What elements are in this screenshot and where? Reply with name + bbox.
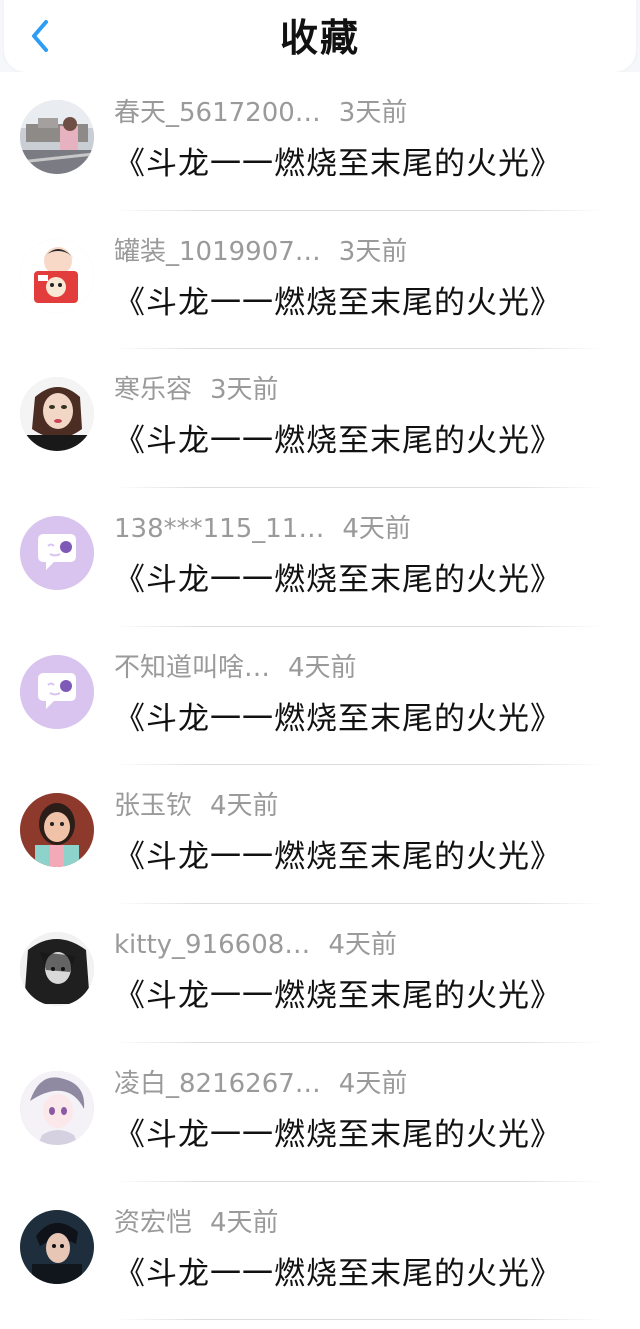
chat-bubble-icon <box>20 654 94 729</box>
sketch-avatar[interactable] <box>20 932 94 1007</box>
author-name[interactable]: 凌白_8216267… <box>114 1069 321 1099</box>
anime-avatar[interactable] <box>20 1070 94 1145</box>
list-item[interactable]: 资宏恺 4天前 《斗龙一一燃烧至末尾的火光》 <box>0 1182 640 1321</box>
item-meta: 不知道叫啥… 4天前 <box>114 651 357 685</box>
author-name[interactable]: 张玉钦 <box>114 791 192 821</box>
author-name[interactable]: 资宏恺 <box>114 1208 192 1238</box>
default-chat-avatar[interactable] <box>20 654 94 729</box>
item-meta: kitty_916608… 4天前 <box>114 928 397 962</box>
timestamp: 3天前 <box>338 236 408 267</box>
item-meta: 138***115_11… 4天前 <box>114 512 411 546</box>
work-title[interactable]: 《斗龙一一燃烧至末尾的火光》 <box>114 974 562 1018</box>
author-name[interactable]: 不知道叫啥… <box>114 653 270 683</box>
item-meta: 资宏恺 4天前 <box>114 1206 279 1240</box>
work-title[interactable]: 《斗龙一一燃烧至末尾的火光》 <box>114 1252 562 1296</box>
list-item[interactable]: 寒乐容 3天前 《斗龙一一燃烧至末尾的火光》 <box>0 349 640 489</box>
author-name[interactable]: kitty_916608… <box>114 930 310 960</box>
page-title: 收藏 <box>279 16 360 60</box>
list-item[interactable]: 春天_5617200… 3天前 《斗龙一一燃烧至末尾的火光》 <box>0 72 640 211</box>
list-item[interactable]: 138***115_11… 4天前 《斗龙一一燃烧至末尾的火光》 <box>0 488 640 627</box>
item-meta: 凌白_8216267… 4天前 <box>114 1067 407 1101</box>
photo-avatar[interactable] <box>20 100 94 174</box>
timestamp: 4天前 <box>342 514 411 545</box>
work-title[interactable]: 《斗龙一一燃烧至末尾的火光》 <box>114 697 562 741</box>
timestamp: 4天前 <box>338 1068 408 1099</box>
divider <box>114 1319 604 1321</box>
work-title[interactable]: 《斗龙一一燃烧至末尾的火光》 <box>114 281 562 325</box>
item-meta: 春天_5617200… 3天前 <box>114 96 407 130</box>
list-item[interactable]: 张玉钦 4天前 《斗龙一一燃烧至末尾的火光》 <box>0 765 640 905</box>
list-item[interactable]: 凌白_8216267… 4天前 《斗龙一一燃烧至末尾的火光》 <box>0 1043 640 1182</box>
timestamp: 4天前 <box>210 1207 279 1238</box>
list-item[interactable]: 不知道叫啥… 4天前 《斗龙一一燃烧至末尾的火光》 <box>0 627 640 766</box>
favorites-page: 收藏 春天_5617200… 3天前 《斗龙一一燃烧至末尾的火光》 罐装_101… <box>0 0 640 1329</box>
timestamp: 3天前 <box>210 375 279 406</box>
favorites-list: 春天_5617200… 3天前 《斗龙一一燃烧至末尾的火光》 罐装_101990… <box>0 72 640 1329</box>
work-title[interactable]: 《斗龙一一燃烧至末尾的火光》 <box>114 558 562 602</box>
timestamp: 4天前 <box>288 652 357 683</box>
item-meta: 寒乐容 3天前 <box>114 373 279 407</box>
work-title[interactable]: 《斗龙一一燃烧至末尾的火光》 <box>114 142 562 186</box>
timestamp: 4天前 <box>210 791 279 822</box>
item-meta: 张玉钦 4天前 <box>114 789 279 823</box>
author-name[interactable]: 罐装_1019907… <box>114 237 321 267</box>
item-meta: 罐装_1019907… 3天前 <box>114 235 407 269</box>
default-chat-avatar[interactable] <box>20 516 94 591</box>
list-item[interactable]: 罐装_1019907… 3天前 《斗龙一一燃烧至末尾的火光》 <box>0 211 640 350</box>
timestamp: 3天前 <box>338 98 408 128</box>
chat-bubble-icon <box>20 516 94 591</box>
portrait-avatar[interactable] <box>20 377 94 452</box>
author-name[interactable]: 寒乐容 <box>114 375 192 405</box>
top-bar: 收藏 <box>4 0 636 72</box>
girl-photo-avatar[interactable] <box>20 793 94 868</box>
author-name[interactable]: 春天_5617200… <box>114 98 321 128</box>
work-title[interactable]: 《斗龙一一燃烧至末尾的火光》 <box>114 1113 562 1157</box>
cartoon-avatar[interactable] <box>20 238 94 313</box>
author-name[interactable]: 138***115_11… <box>114 514 324 544</box>
work-title[interactable]: 《斗龙一一燃烧至末尾的火光》 <box>114 419 562 463</box>
list-item[interactable]: kitty_916608… 4天前 《斗龙一一燃烧至末尾的火光》 <box>0 904 640 1043</box>
work-title[interactable]: 《斗龙一一燃烧至末尾的火光》 <box>114 835 562 879</box>
dark-portrait-avatar[interactable] <box>20 1209 94 1284</box>
timestamp: 4天前 <box>328 930 397 961</box>
